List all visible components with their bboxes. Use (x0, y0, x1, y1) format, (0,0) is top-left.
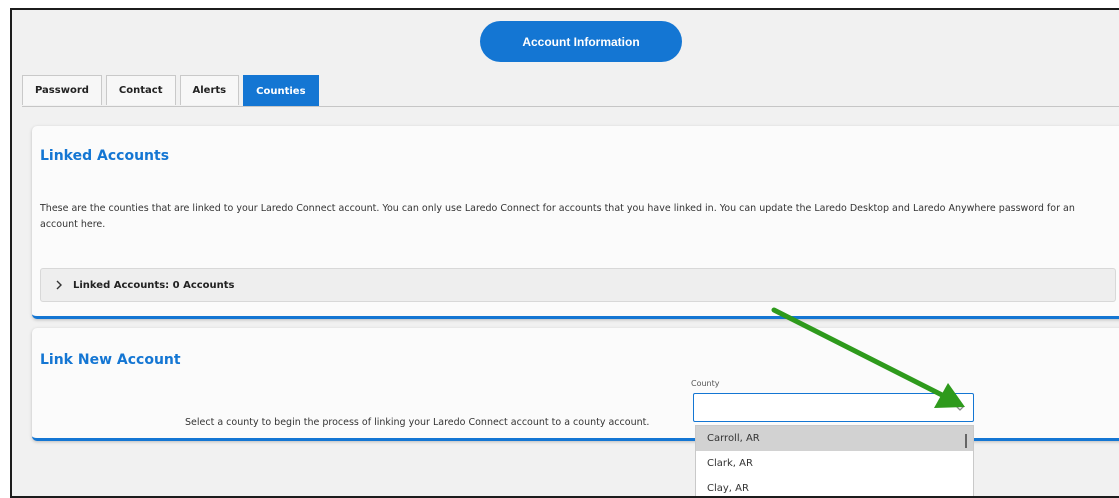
dropdown-option-clark[interactable]: Clark, AR (696, 451, 973, 476)
tab-contact[interactable]: Contact (105, 75, 176, 105)
link-new-account-title: Link New Account (40, 352, 181, 368)
chevron-down-icon (955, 405, 965, 411)
linked-accounts-accordion[interactable]: Linked Accounts: 0 Accounts (40, 268, 1116, 302)
dropdown-scrollbar[interactable] (965, 434, 967, 448)
account-information-button[interactable]: Account Information (480, 21, 682, 62)
tab-bar: Password Contact Alerts Counties (22, 75, 323, 107)
tab-alerts[interactable]: Alerts (179, 75, 240, 105)
account-window: Account Information Password Contact Ale… (10, 8, 1119, 498)
linked-accounts-description: These are the counties that are linked t… (40, 203, 1075, 230)
county-label: County (691, 379, 720, 388)
dropdown-option-clay[interactable]: Clay, AR (696, 476, 973, 496)
linked-accounts-count: Linked Accounts: 0 Accounts (73, 279, 235, 291)
tab-counties[interactable]: Counties (243, 75, 319, 107)
tab-divider (22, 106, 1119, 107)
linked-accounts-panel: Linked Accounts These are the counties t… (32, 126, 1119, 319)
county-dropdown-list[interactable]: Carroll, AR Clark, AR Clay, AR (695, 425, 974, 496)
linked-accounts-title: Linked Accounts (40, 148, 170, 164)
county-select[interactable] (693, 393, 974, 422)
chevron-right-icon (55, 280, 63, 290)
dropdown-option-carroll[interactable]: Carroll, AR (696, 426, 973, 451)
tab-password[interactable]: Password (22, 75, 102, 105)
link-instruction: Select a county to begin the process of … (185, 417, 650, 428)
